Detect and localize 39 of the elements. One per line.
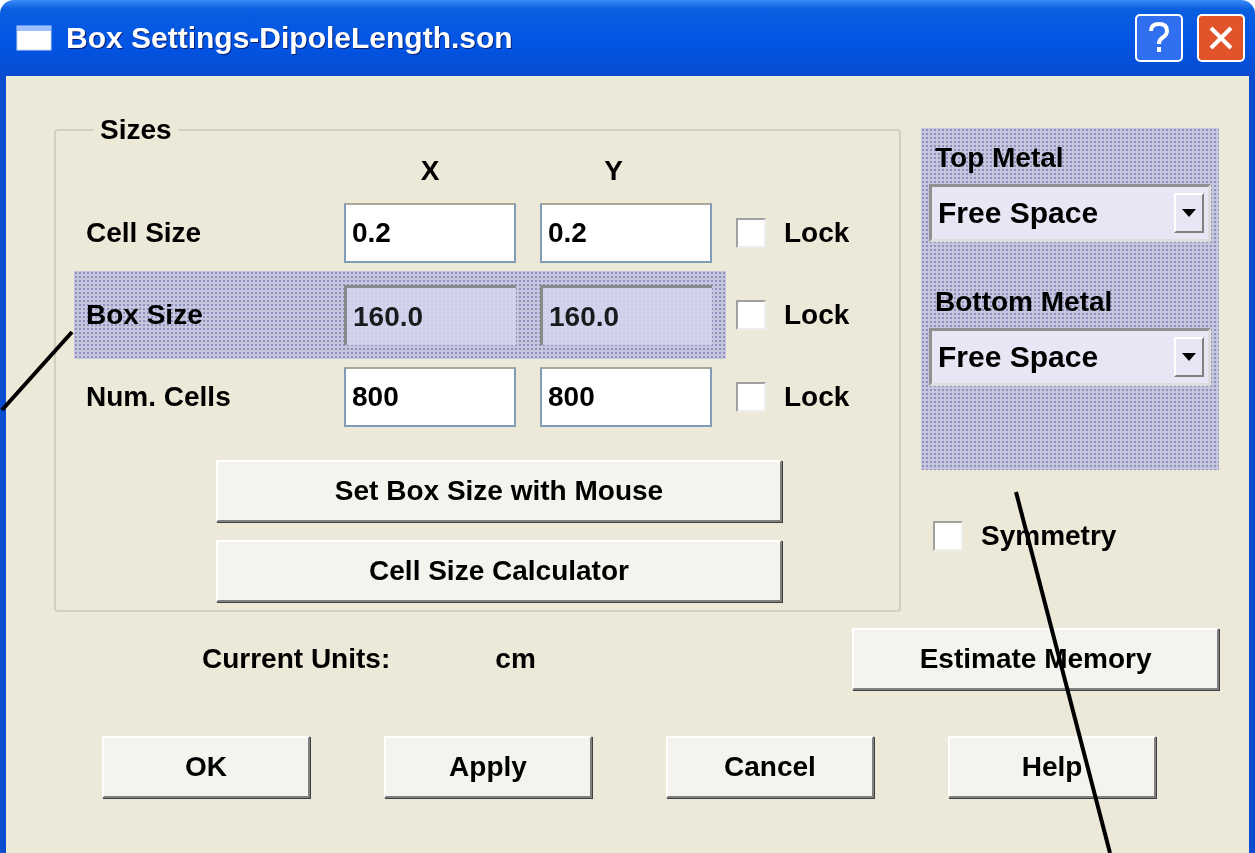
checkbox-label: Lock — [784, 217, 850, 249]
field-label: Cell Size — [86, 217, 203, 249]
group-title: Sizes — [99, 114, 173, 146]
dialog-button[interactable]: Cancel — [666, 736, 874, 798]
dropdown-arrow-icon — [1182, 353, 1196, 361]
question-mark-icon — [1148, 22, 1170, 54]
close-icon — [1208, 25, 1234, 51]
lock-checkbox[interactable] — [736, 382, 766, 412]
field-label: Num. Cells — [86, 381, 232, 413]
dialog-button[interactable]: Apply — [384, 736, 592, 798]
metal-label: Top Metal — [935, 142, 1065, 174]
units-value: cm — [495, 643, 537, 675]
close-button[interactable] — [1197, 14, 1245, 62]
window-title: Box Settings-DipoleLength.son — [66, 21, 514, 55]
help-button[interactable] — [1135, 14, 1183, 62]
units-label: Current Units: — [202, 643, 392, 675]
window-icon — [16, 25, 52, 51]
action-button[interactable]: Cell Size Calculator — [216, 540, 782, 602]
column-header: Y — [604, 155, 623, 187]
metal-label: Bottom Metal — [935, 286, 1114, 318]
action-button[interactable]: Set Box Size with Mouse — [216, 460, 782, 522]
x-input-field[interactable]: 800 — [344, 367, 516, 427]
y-input-field[interactable]: 0.2 — [540, 203, 712, 263]
x-input-field[interactable]: 0.2 — [344, 203, 516, 263]
lock-checkbox[interactable] — [736, 218, 766, 248]
x-input-field[interactable]: 160.0 — [344, 285, 516, 345]
field-label: Box Size — [86, 299, 204, 331]
lock-checkbox[interactable] — [736, 300, 766, 330]
dropdown-arrow-icon — [1182, 209, 1196, 217]
checkbox-label: Lock — [784, 381, 850, 413]
symmetry-checkbox[interactable] — [933, 521, 963, 551]
column-header: X — [420, 155, 440, 187]
metal-dropdown[interactable]: Free Space — [929, 184, 1211, 242]
y-input-field[interactable]: 160.0 — [540, 285, 712, 345]
checkbox-label: Lock — [784, 299, 850, 331]
y-input-field[interactable]: 800 — [540, 367, 712, 427]
dialog-button[interactable]: OK — [102, 736, 310, 798]
dialog-button[interactable]: Help — [948, 736, 1156, 798]
metal-dropdown[interactable]: Free Space — [929, 328, 1211, 386]
